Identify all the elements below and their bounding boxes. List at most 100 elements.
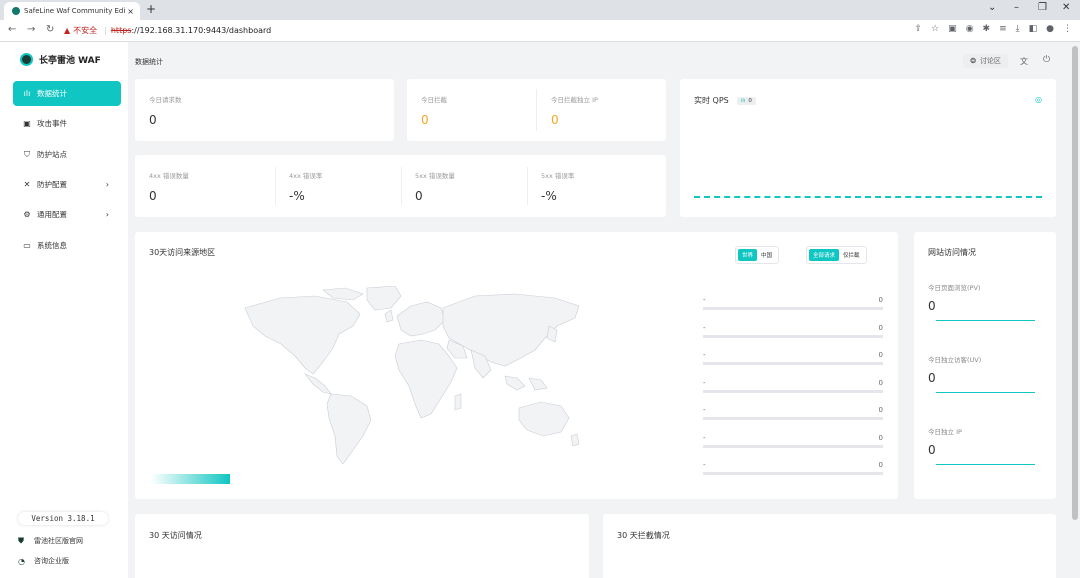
visits-30d-title: 30 天访问情况 [149,531,202,540]
sidebar-item-label: 通用配置 [37,210,67,219]
sidebar-item-label: 数据统计 [37,89,67,98]
ranking-count: 0 [878,296,883,304]
stat-label: 今日拦截独立 IP [551,96,598,104]
sidebar-item-label: 防护配置 [37,180,67,189]
ranking-count: 0 [878,406,883,414]
ranking-count: 0 [878,433,883,442]
monitor-icon: ▭ [23,241,31,250]
ranking-bar [703,362,883,365]
qps-title: 实时 QPS [694,96,729,105]
refresh-icon[interactable]: ◎ [1035,95,1042,104]
ranking-bar [703,389,883,393]
logout-icon[interactable]: ⏻ [1043,55,1050,65]
bar-chart-icon: ılı [740,97,746,104]
metric-label: 今日独立 IP [928,428,962,436]
ranking-count: 0 [878,323,883,332]
link-enterprise[interactable]: ◔ 咨询企业版 [18,556,69,566]
link-label: 雷池社区版官网 [34,537,83,545]
url-path: ://192.168.31.170:9443/dashboard [131,26,272,35]
reload-icon[interactable]: ↻ [46,24,54,35]
headset-icon: ◔ [18,556,25,566]
url-scheme: https [110,26,132,35]
qps-badge-value: 0 [748,97,752,104]
metric-value: 0 [928,371,936,385]
back-icon[interactable]: ← [8,24,16,35]
page-scrollbar[interactable] [1072,46,1078,520]
security-warning[interactable]: 不安全 [73,25,97,36]
stat-label: 4xx 错误数量 [149,172,189,180]
stat-label: 今日拦截 [421,96,447,104]
sidebar-item-protected-sites[interactable]: ⛉ 防护站点 [13,142,121,167]
url-field[interactable]: ▲ 不安全 | https ://192.168.31.170:9443/das… [64,25,271,36]
sidebar-item-dashboard[interactable]: ılı 数据统计 [13,81,121,106]
ranking-region: - [703,433,706,442]
new-tab-button[interactable]: + [146,2,156,16]
event-icon: ▣ [23,119,31,128]
shield-icon: ⛉ [24,149,30,159]
sidebar-item-label: 攻击事件 [37,119,67,128]
qps-card: 实时 QPS ılı 0 ◎ [680,79,1056,217]
metric-value: 0 [928,299,936,313]
stat-value: -% [541,189,557,203]
restore-icon[interactable]: ❐ [1038,2,1047,13]
extension-icon[interactable]: ▣ [948,24,957,34]
close-window-icon[interactable]: ✕ [1062,2,1070,13]
site-visits-card: 网站访问情况 今日页面浏览(PV) 0 今日独立访客(UV) 0 今日独立 IP… [914,232,1056,499]
stat-value: -% [289,189,305,203]
profile-icon[interactable]: ● [1046,24,1054,34]
app-logo[interactable]: 长亭雷池 WAF [20,53,101,66]
menu-icon[interactable]: ⋮ [1063,24,1072,34]
stat-value: 0 [149,113,157,127]
shield-logo-icon: ⛊ [18,536,24,545]
side-panel-icon[interactable]: ◧ [1029,24,1038,34]
metric-ip: 今日独立 IP 0 [928,426,1035,465]
forum-icon: ❂ [970,57,976,65]
scope-option-china[interactable]: 中国 [757,249,776,261]
forum-button[interactable]: ❂ 讨论区 [963,54,1008,68]
stat-label: 5xx 错误率 [541,172,575,180]
map-legend-gradient [151,474,230,484]
ranking-row: -0 [703,296,883,316]
minimize-icon[interactable]: – [1014,2,1019,13]
site-visits-title: 网站访问情况 [928,248,976,257]
tab-close-icon[interactable]: × [127,7,134,16]
link-label: 咨询企业版 [34,557,69,565]
extension-icon[interactable]: ◉ [966,24,974,34]
ranking-bar [703,472,883,475]
sidebar-item-attack-events[interactable]: ▣ 攻击事件 [13,111,121,136]
filter-option-all[interactable]: 全部请求 [809,249,840,261]
browser-tab[interactable]: SafeLine Waf Community Edi × [4,2,140,20]
metric-sparkline [936,392,1035,393]
link-community-site[interactable]: ⛊ 雷池社区版官网 [18,536,83,546]
scope-option-world[interactable]: 世界 [738,249,758,261]
ranking-row: -0 [703,461,883,481]
share-icon[interactable]: ⇪ [915,24,923,34]
metric-label: 今日页面浏览(PV) [928,284,981,292]
forward-icon[interactable]: → [27,24,35,35]
browser-tab-bar: SafeLine Waf Community Edi × + ⌄ – ❐ ✕ [0,0,1080,20]
ranking-row: -0 [703,351,883,371]
sidebar-item-protection-config[interactable]: ✕ 防护配置 › [13,172,121,197]
language-icon[interactable]: 文 [1020,56,1028,67]
tab-search-icon[interactable]: ⌄ [988,2,996,13]
download-icon[interactable]: ⤓ [1016,24,1020,34]
puzzle-icon[interactable]: ✱ [983,24,991,34]
ranking-bar [703,444,883,448]
sidebar-item-general-config[interactable]: ⚙ 通用配置 › [13,202,121,227]
reading-list-icon[interactable]: ≡ [999,24,1007,34]
logo-text: 长亭雷池 WAF [39,56,101,66]
ranking-count: 0 [878,461,883,469]
gear-icon: ⚙ [23,210,31,219]
forum-label: 讨论区 [979,57,1001,65]
metric-sparkline [936,464,1035,465]
bookmark-star-icon[interactable]: ☆ [931,24,939,34]
filter-option-blocked[interactable]: 仅拦截 [839,249,864,261]
ranking-bar [703,417,883,420]
ranking-bar [703,334,883,338]
metric-pv: 今日页面浏览(PV) 0 [928,282,1035,321]
metric-sparkline [936,320,1035,321]
metric-label: 今日独立访客(UV) [928,356,982,364]
address-bar: ← → ↻ ▲ 不安全 | https ://192.168.31.170:94… [0,20,1080,42]
sidebar-item-system-info[interactable]: ▭ 系统信息 [13,233,121,258]
world-map[interactable] [235,286,585,466]
